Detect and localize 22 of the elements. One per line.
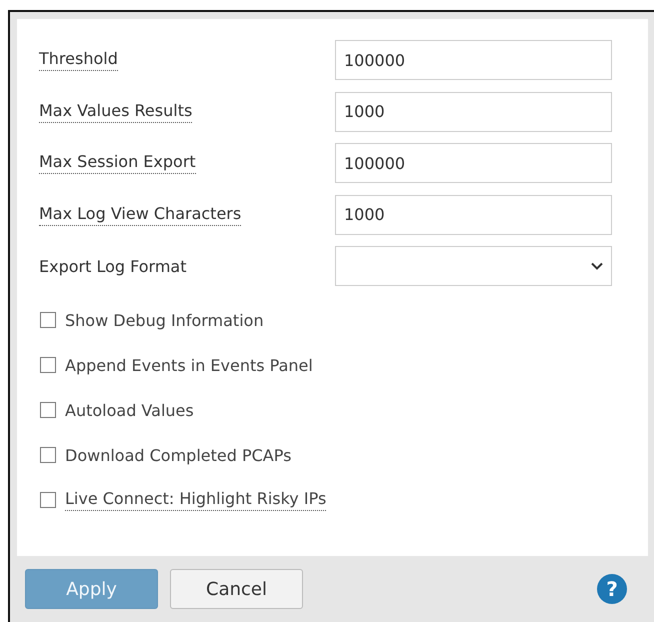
help-button[interactable]: ?	[597, 574, 627, 604]
checkbox[interactable]	[40, 357, 56, 373]
checkbox-label: Autoload Values	[65, 400, 194, 420]
checkbox[interactable]	[40, 402, 56, 418]
field-label: Max Values Results	[39, 100, 192, 122]
field-label: Max Session Export	[39, 152, 196, 174]
checkbox[interactable]	[40, 492, 56, 508]
input-field[interactable]: 100000	[335, 143, 612, 183]
checkbox[interactable]	[40, 312, 56, 328]
chevron-down-icon	[591, 262, 603, 270]
checkbox-label: Download Completed PCAPs	[65, 446, 292, 464]
checkbox[interactable]	[40, 447, 56, 463]
checkbox-label: Live Connect: Highlight Risky IPs	[65, 489, 326, 511]
field-label: Max Log View Characters	[39, 204, 242, 226]
input-field[interactable]: 100000	[335, 40, 612, 80]
cancel-button[interactable]: Cancel	[170, 569, 303, 609]
field-label: Export Log Format	[39, 256, 187, 276]
input-field[interactable]: 1000	[335, 194, 612, 234]
checkbox-label: Show Debug Information	[65, 310, 264, 330]
field-label: Threshold	[39, 49, 118, 71]
input-field[interactable]: 1000	[335, 92, 612, 132]
checkbox-label: Append Events in Events Panel	[65, 356, 313, 374]
